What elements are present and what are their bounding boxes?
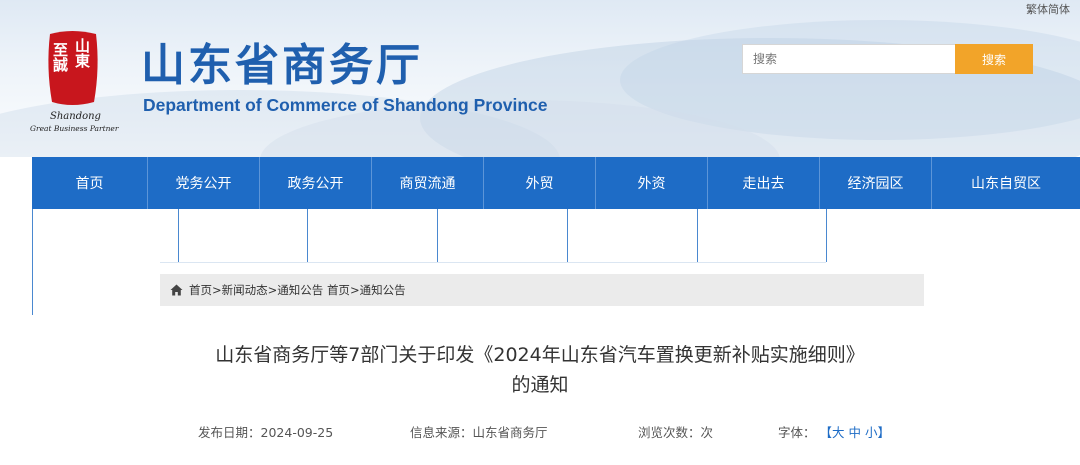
breadcrumb-item-home[interactable]: 首页 [189,282,212,298]
nav-item-commerce-circulation[interactable]: 商贸流通 [372,157,484,209]
site-title: 山东省商务厅 [141,40,423,91]
seal-logo: 至誠 山東 [48,31,98,105]
nav-item-going-global[interactable]: 走出去 [708,157,820,209]
main-nav: 首页 党务公开 政务公开 商贸流通 外贸 外资 走出去 经济园区 山东自贸区 [32,157,1080,209]
divider-line [437,209,438,262]
font-size-bracket-close: 】 [877,425,891,440]
nav-item-government-affairs[interactable]: 政务公开 [260,157,372,209]
divider-line [32,209,33,315]
source-meta: 信息来源：山东省商务厅 [410,422,548,441]
nav-item-economic-parks[interactable]: 经济园区 [820,157,932,209]
views-suffix: 次 [700,425,714,440]
nav-item-party-affairs[interactable]: 党务公开 [148,157,260,209]
divider-line [307,209,308,262]
site-subtitle: Department of Commerce of Shandong Provi… [143,95,548,115]
divider-line [178,209,179,262]
divider-line [697,209,698,262]
breadcrumb-item-notices[interactable]: 通知公告 [277,282,323,298]
nav-item-foreign-trade[interactable]: 外贸 [484,157,596,209]
article-title: 山东省商务厅等7部门关于印发《2024年山东省汽车置换更新补贴实施细则》 的通知 [140,340,940,400]
views-meta: 浏览次数：次 [638,422,713,441]
nav-item-foreign-investment[interactable]: 外资 [596,157,708,209]
seal-text-right: 山東 [73,38,91,69]
source-label: 信息来源： [410,425,473,440]
home-icon [170,284,183,296]
font-size-bracket-open: 【 [819,425,833,440]
source-value: 山东省商务厅 [472,425,548,440]
font-size-meta: 字体： 【大 中 小】 [778,422,890,441]
breadcrumb-item-notices-2[interactable]: 通知公告 [360,282,406,298]
publish-date-label: 发布日期： [198,425,261,440]
nav-item-home[interactable]: 首页 [32,157,148,209]
search-button[interactable]: 搜索 [955,44,1033,74]
seal-text-left: 至誠 [51,42,69,73]
search-input[interactable] [742,44,956,74]
publish-date-meta: 发布日期：2024-09-25 [198,422,333,441]
breadcrumb-item-home-2[interactable]: 首页 [327,282,350,298]
logo-tagline-shandong: Shandong [50,111,101,122]
breadcrumb: 首页 > 新闻动态 > 通知公告 首页 > 通知公告 [160,274,924,306]
article-title-line-1: 山东省商务厅等7部门关于印发《2024年山东省汽车置换更新补贴实施细则》 [215,344,865,366]
nav-item-free-trade-zone[interactable]: 山东自贸区 [932,157,1080,209]
divider-line [567,209,568,262]
breadcrumb-separator: > [267,283,278,297]
views-label: 浏览次数： [638,425,701,440]
font-size-large-link[interactable]: 大 [832,425,845,440]
breadcrumb-separator: > [349,283,360,297]
logo-tagline-partner: Great Business Partner [30,124,119,133]
font-size-label: 字体： [778,425,816,440]
breadcrumb-item-news[interactable]: 新闻动态 [222,282,268,298]
article-title-line-2: 的通知 [511,374,569,396]
divider-line [160,262,826,263]
breadcrumb-separator: > [212,283,222,297]
divider-line [826,209,827,262]
publish-date-value: 2024-09-25 [260,425,334,440]
font-size-small-link[interactable]: 小 [865,425,878,440]
language-switch-link[interactable]: 繁体简体 [1026,1,1070,17]
font-size-medium-link[interactable]: 中 [849,425,862,440]
